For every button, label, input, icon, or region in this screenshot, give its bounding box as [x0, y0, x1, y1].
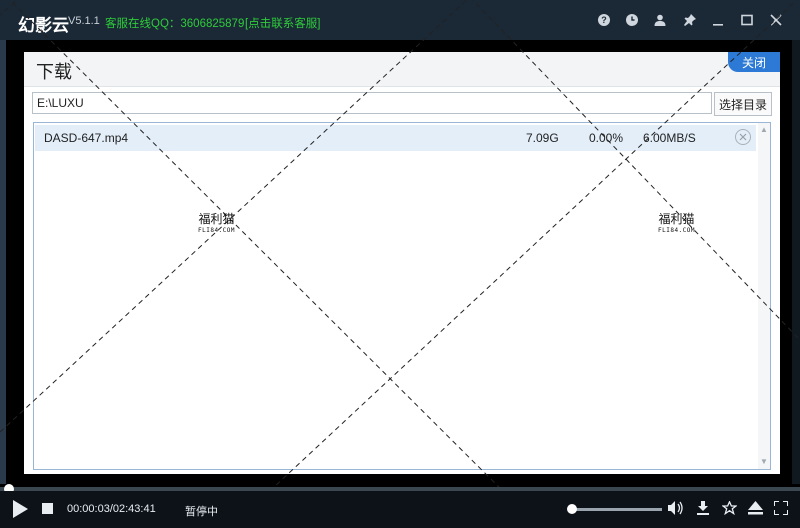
- close-icon: [770, 14, 782, 26]
- user-button[interactable]: [650, 10, 670, 30]
- stop-icon: [41, 502, 53, 514]
- file-name: DASD-647.mp4: [44, 131, 129, 145]
- volume-handle[interactable]: [567, 504, 577, 514]
- download-list: DASD-647.mp4 7.09G 0.00% 6.00MB/S ▲ ▼: [33, 122, 771, 470]
- list-scrollbar[interactable]: ▲ ▼: [758, 123, 770, 469]
- app-name: 幻影云: [18, 16, 69, 35]
- fullscreen-button[interactable]: [773, 500, 789, 516]
- dialog-header: 下载 关闭: [24, 52, 780, 87]
- watermark-text: 福利猫: [658, 212, 695, 226]
- right-edge-strip: [792, 40, 800, 484]
- left-edge-strip: [0, 40, 6, 484]
- close-circle-icon: [739, 133, 747, 141]
- play-button[interactable]: [10, 499, 30, 519]
- help-icon: ?: [598, 14, 610, 26]
- watermark-left: 福利猫 FLI84.COM: [198, 213, 235, 237]
- download-dialog: 下载 关闭 选择目录 DASD-647.mp4 7.09G 0.00% 6.00…: [24, 52, 780, 474]
- customer-service-text: 客服在线QQ：3606825879: [105, 18, 245, 30]
- dialog-close-button[interactable]: 关闭: [728, 52, 780, 72]
- help-button[interactable]: ?: [594, 10, 614, 30]
- file-size: 7.09G: [526, 131, 559, 145]
- watermark-text: 福利猫: [198, 212, 235, 226]
- download-row[interactable]: DASD-647.mp4 7.09G 0.00% 6.00MB/S: [35, 125, 756, 151]
- remove-download-button[interactable]: [735, 129, 751, 145]
- volume-slider[interactable]: [572, 508, 662, 511]
- playback-time: 00:00:03/02:43:41: [67, 503, 156, 515]
- star-icon: [721, 501, 737, 515]
- pin-button[interactable]: [680, 10, 700, 30]
- app-version: V5.1.1: [68, 15, 100, 27]
- watermark-sub: FLI84.COM: [658, 227, 696, 234]
- download-speed: 6.00MB/S: [643, 131, 696, 145]
- download-path-input[interactable]: [32, 92, 712, 114]
- download-icon: [697, 501, 709, 515]
- eject-icon: [747, 501, 763, 515]
- play-icon: [13, 500, 28, 518]
- close-window-button[interactable]: [766, 10, 786, 30]
- download-button[interactable]: [695, 500, 711, 516]
- dialog-title: 下载: [36, 62, 72, 82]
- user-icon: [654, 14, 666, 26]
- svg-text:?: ?: [601, 15, 607, 25]
- title-bar: 幻影云 V5.1.1 客服在线QQ：3606825879 [点击联系客服] ?: [0, 0, 800, 40]
- playback-status: 暂停中: [185, 506, 218, 518]
- pin-icon: [684, 14, 696, 26]
- audio-channel-button[interactable]: [668, 500, 684, 516]
- favorite-button[interactable]: [721, 500, 737, 516]
- scroll-up-icon[interactable]: ▲: [760, 126, 768, 134]
- watermark-sub: FLI84.COM: [198, 227, 236, 234]
- history-button[interactable]: [622, 10, 642, 30]
- choose-directory-button[interactable]: 选择目录: [714, 92, 772, 116]
- clock-icon: [626, 14, 638, 26]
- contact-service-link[interactable]: [点击联系客服]: [245, 15, 320, 31]
- speaker-icon: [668, 501, 683, 515]
- download-progress: 0.00%: [589, 131, 624, 145]
- eject-button[interactable]: [747, 500, 763, 516]
- minimize-icon: [713, 24, 723, 26]
- watermark-right: 福利猫 FLI84.COM: [658, 213, 695, 237]
- scroll-down-icon[interactable]: ▼: [760, 458, 768, 466]
- minimize-button[interactable]: [708, 10, 728, 30]
- maximize-icon: [741, 14, 753, 26]
- stop-button[interactable]: [40, 501, 54, 515]
- fullscreen-icon: [774, 501, 788, 515]
- maximize-button[interactable]: [737, 10, 757, 30]
- player-controls: 00:00:03/02:43:41 暂停中: [0, 491, 800, 528]
